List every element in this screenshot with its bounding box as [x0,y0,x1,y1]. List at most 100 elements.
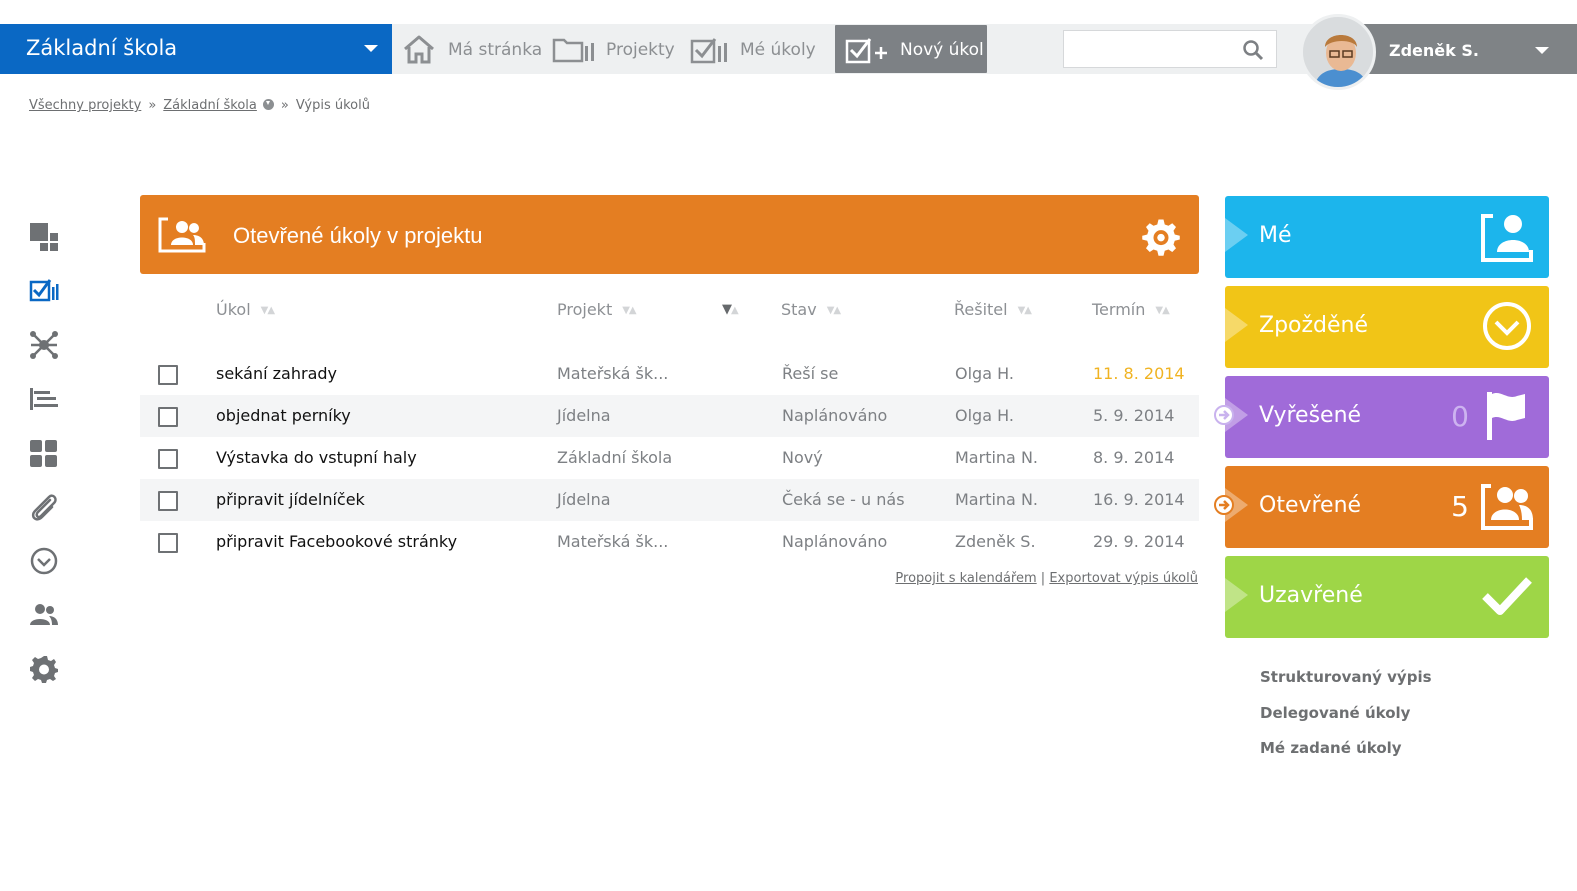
network-icon[interactable] [28,329,60,361]
task-assignee: Martina N. [955,448,1038,467]
table-row[interactable]: připravit Facebookové stránky Mateřská š… [140,521,1199,563]
task-name[interactable]: Výstavka do vstupní haly [216,448,417,467]
add-task-icon [845,38,887,64]
user-menu[interactable]: Zdeněk S. [1300,14,1577,90]
task-name[interactable]: objednat perníky [216,406,351,425]
search-input[interactable] [1070,37,1230,61]
table-row[interactable]: připravit jídelníček Jídelna Čeká se - u… [140,479,1199,521]
sort-active-icon[interactable]: ▼▲ [722,302,739,317]
row-checkbox[interactable] [158,491,178,511]
row-checkbox[interactable] [158,407,178,427]
sort-icon[interactable]: ▼▲ [827,305,841,316]
task-status: Řeší se [782,364,839,383]
task-project[interactable]: Mateřská šk... [557,364,668,383]
nav-home[interactable]: Má stránka [402,24,542,74]
breadcrumb-separator: » [148,98,157,113]
sort-icon[interactable]: ▼▲ [622,305,636,316]
clock-icon [1483,302,1531,350]
task-assignee: Martina N. [955,490,1038,509]
breadcrumb-all-projects[interactable]: Všechny projekty [29,98,141,113]
attachment-icon[interactable] [28,491,60,523]
gear-icon[interactable] [1141,217,1181,257]
filter-tile-me[interactable]: Mé [1225,196,1549,278]
task-assignee: Olga H. [955,406,1014,425]
breadcrumb-project[interactable]: Základní škola [163,98,257,113]
people-icon[interactable] [28,599,60,631]
task-project[interactable]: Jídelna [557,490,611,509]
nav-projects[interactable]: Projekty [552,24,677,74]
chevron-down-icon[interactable] [262,99,274,110]
filter-open-count: 5 [1451,490,1469,523]
task-project[interactable]: Základní škola [557,448,672,467]
column-header-task[interactable]: Úkol ▼▲ [216,300,275,319]
sort-icon[interactable]: ▼▲ [261,305,275,316]
table-row[interactable]: Výstavka do vstupní haly Základní škola … [140,437,1199,479]
dashboard-icon[interactable] [28,221,60,253]
filter-tile-closed[interactable]: Uzavřené [1225,556,1549,638]
tile-notch [1225,308,1248,342]
filter-tile-late[interactable]: Zpožděné [1225,286,1549,368]
column-status-label: Stav [781,300,817,319]
task-status: Naplánováno [782,406,888,425]
clock-icon[interactable] [28,545,60,577]
new-task-label: Nový úkol [900,40,984,60]
new-task-button[interactable]: Nový úkol [835,25,987,73]
search-icon[interactable] [1242,39,1264,61]
row-checkbox[interactable] [158,365,178,385]
structured-list-link[interactable]: Strukturovaný výpis [1260,668,1432,686]
project-selector[interactable]: Základní škola [0,24,392,74]
filter-tile-open[interactable]: Otevřené 5 [1225,466,1549,548]
task-due: 11. 8. 2014 [1093,364,1185,383]
nav-projects-label: Projekty [606,40,675,60]
table-footer-links: Propojit s kalendářem | Exportovat výpis… [895,571,1198,586]
task-name[interactable]: připravit jídelníček [216,490,365,509]
task-project[interactable]: Jídelna [557,406,611,425]
column-header-assignee[interactable]: Řešitel ▼▲ [954,300,1032,319]
nav-my-tasks[interactable]: Mé úkoly [690,24,820,74]
gear-icon[interactable] [28,653,60,685]
column-header-due[interactable]: Termín ▼▲ [1092,300,1170,319]
table-row[interactable]: sekání zahrady Mateřská šk... Řeší se Ol… [140,353,1199,395]
sort-icon[interactable]: ▼▲ [1018,305,1032,316]
task-name[interactable]: připravit Facebookové stránky [216,532,457,551]
column-due-label: Termín [1092,300,1146,319]
folder-icon [552,38,594,63]
task-due: 5. 9. 2014 [1093,406,1175,425]
export-link[interactable]: Exportovat výpis úkolů [1049,571,1198,586]
tile-notch [1225,218,1248,252]
column-header-status[interactable]: Stav ▼▲ [781,300,841,319]
calendar-sync-link[interactable]: Propojit s kalendářem [895,571,1036,586]
table-row[interactable]: objednat perníky Jídelna Naplánováno Olg… [140,395,1199,437]
my-assigned-tasks-link[interactable]: Mé zadané úkoly [1260,739,1402,757]
filter-solved-count: 0 [1451,400,1469,433]
sort-icon[interactable]: ▼▲ [1155,305,1169,316]
column-header-project[interactable]: Projekt ▼▲ [557,300,637,319]
task-due: 16. 9. 2014 [1093,490,1185,509]
project-name: Základní škola [26,36,178,60]
delegated-tasks-link[interactable]: Delegované úkoly [1260,704,1410,722]
home-icon [404,35,434,64]
tiles-icon[interactable] [28,437,60,469]
tasks-icon[interactable] [28,275,60,307]
row-checkbox[interactable] [158,533,178,553]
gantt-icon[interactable] [28,383,60,415]
person-icon [1481,214,1533,262]
panel-title: Otevřené úkoly v projektu [233,223,483,248]
breadcrumb-current: Výpis úkolů [295,98,370,113]
filter-tile-solved[interactable]: Vyřešené 0 [1225,376,1549,458]
panel-header: Otevřené úkoly v projektu [140,195,1199,274]
open-tasks-icon [158,217,206,253]
task-assignee: Olga H. [955,364,1014,383]
row-checkbox[interactable] [158,449,178,469]
task-status: Čeká se - u nás [782,490,905,509]
top-bar: Základní škola Má stránka Projekty Mé úk… [0,14,1577,90]
task-project[interactable]: Mateřská šk... [557,532,668,551]
arrow-right-icon [1214,405,1234,425]
user-name: Zdeněk S. [1389,41,1479,60]
column-project-label: Projekt [557,300,613,319]
avatar-image [1303,17,1373,87]
task-name[interactable]: sekání zahrady [216,364,337,383]
breadcrumb-separator: » [280,98,289,113]
tasks-icon [690,38,727,64]
filter-me-label: Mé [1259,223,1292,248]
